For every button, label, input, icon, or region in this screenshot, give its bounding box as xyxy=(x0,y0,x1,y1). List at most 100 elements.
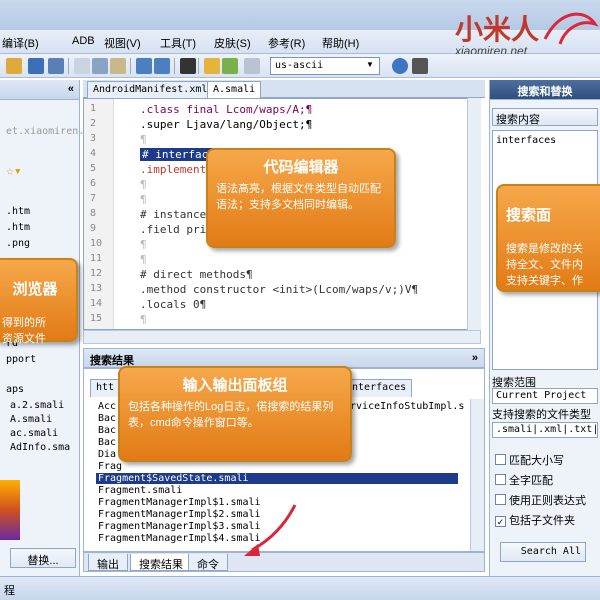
code-line: .super Ljava/lang/Object;¶ xyxy=(140,118,313,131)
results-scrollbar[interactable] xyxy=(470,399,484,551)
tab-output[interactable]: 输出 xyxy=(88,554,128,571)
menu-view[interactable]: 视图(V) xyxy=(104,35,141,51)
result-row[interactable]: Frag xyxy=(98,461,122,472)
editor-vertical-scrollbar[interactable] xyxy=(467,98,481,330)
regex-label: 使用正则表达式 xyxy=(509,495,586,507)
file-item[interactable]: .htm xyxy=(6,206,30,217)
search-callout-body: 搜索是修改的关 持全文、文件内 支持关键字、作 xyxy=(506,243,583,287)
code-line: .class final Lcom/waps/A;¶ xyxy=(140,103,313,116)
code-line: .locals 0¶ xyxy=(140,298,207,311)
code-line: .method constructor <init>(Lcom/waps/v;)… xyxy=(140,283,419,296)
file-item[interactable]: AdInfo.sma xyxy=(10,442,70,453)
settings-icon[interactable] xyxy=(244,58,260,74)
search-panel-callout: 搜索面 搜索是修改的关 持全文、文件内 支持关键字、作 xyxy=(496,184,600,292)
whole-word-label: 全字匹配 xyxy=(509,475,553,487)
file-item[interactable]: ac.smali xyxy=(10,428,58,439)
status-text: 程 xyxy=(4,585,15,597)
file-item[interactable]: a.2.smali xyxy=(10,400,64,411)
editor-callout: 代码编辑器 语法高亮，根据文件类型自动匹配语法；支持多文档同时编辑。 xyxy=(206,148,396,248)
save-icon[interactable] xyxy=(28,58,44,74)
code-line: .implement xyxy=(140,163,207,176)
subfolders-label: 包括子文件夹 xyxy=(509,515,575,527)
subfolders-checkbox[interactable]: ✓ 包括子文件夹 xyxy=(495,512,575,528)
editor-callout-body: 语法高亮，根据文件类型自动匹配语法；支持多文档同时编辑。 xyxy=(216,183,381,211)
io-callout-title: 输入输出面板组 xyxy=(182,377,288,394)
editor-tab-bar: AndroidManifest.xml A.smali xyxy=(83,80,485,98)
whole-word-checkbox[interactable]: 全字匹配 xyxy=(495,472,553,488)
tab-command[interactable]: 命令 xyxy=(188,554,228,571)
left-panel-collapse[interactable]: « xyxy=(0,80,79,100)
search-results-header: 搜索结果 » xyxy=(83,348,485,368)
match-case-checkbox[interactable]: 匹配大小写 xyxy=(495,452,564,468)
io-panel-callout: 输入输出面板组 包括各种操作的Log日志，偌搜索的结果列表，cmd命令操作窗口等… xyxy=(118,366,352,462)
file-item[interactable]: A.smali xyxy=(10,414,52,425)
project-path: et.xiaomiren.g xyxy=(6,126,91,137)
cut-icon[interactable] xyxy=(92,58,108,74)
file-item[interactable]: .png xyxy=(6,238,30,249)
regex-checkbox[interactable]: 使用正则表达式 xyxy=(495,492,586,508)
save-all-icon[interactable] xyxy=(48,58,64,74)
menu-help[interactable]: 帮助(H) xyxy=(322,35,359,51)
results-tab[interactable]: htt xyxy=(90,379,121,397)
file-types-label: 支持搜索的文件类型 xyxy=(492,409,591,421)
brand-logo: 小米人 xyxy=(455,13,540,46)
redo-icon[interactable] xyxy=(154,58,170,74)
result-row-selected[interactable]: Fragment$SavedState.smali xyxy=(96,473,458,484)
result-row[interactable]: Bac xyxy=(98,413,116,424)
copy-icon[interactable] xyxy=(74,58,90,74)
folder-item[interactable]: aps xyxy=(6,384,24,395)
result-row[interactable]: Bac xyxy=(98,425,116,436)
favorite-star-icon[interactable]: ☆▾ xyxy=(6,164,22,179)
android-icon[interactable] xyxy=(222,58,238,74)
collapse-icon[interactable]: » xyxy=(472,352,478,364)
browser-callout-body: 得到的所 资源文件 xyxy=(2,317,46,345)
find-icon[interactable] xyxy=(180,58,196,74)
search-all-button[interactable]: Search All xyxy=(500,542,586,562)
menu-build[interactable]: 编译(B) xyxy=(2,35,39,51)
search-content-label: 搜索内容 xyxy=(492,108,598,126)
code-line: ¶ xyxy=(140,238,147,251)
line-number: 3 xyxy=(90,133,97,144)
result-row[interactable]: Acc xyxy=(98,401,116,412)
chevron-down-icon[interactable]: ▼ xyxy=(366,60,374,69)
build-icon[interactable] xyxy=(204,58,220,74)
editor-horizontal-scrollbar[interactable] xyxy=(83,330,481,344)
tab-a-smali[interactable]: A.smali xyxy=(207,81,262,98)
io-callout-body: 包括各种操作的Log日志，偌搜索的结果列表，cmd命令操作窗口等。 xyxy=(128,401,334,429)
code-line: ¶ xyxy=(140,193,147,206)
tab-androidmanifest[interactable]: AndroidManifest.xml xyxy=(87,81,214,98)
file-item[interactable]: .htm xyxy=(6,222,30,233)
result-row[interactable]: FragmentManagerImpl$1.smali xyxy=(98,497,261,508)
menu-adb[interactable]: ADB xyxy=(72,35,95,47)
tab-search-results[interactable]: 搜索结果 xyxy=(130,554,192,571)
help-icon[interactable] xyxy=(392,58,408,74)
open-icon[interactable] xyxy=(6,58,22,74)
result-row[interactable]: FragmentManagerImpl$2.smali xyxy=(98,509,261,520)
replace-button[interactable]: 替换... xyxy=(10,548,76,568)
menu-reference[interactable]: 参考(R) xyxy=(268,35,305,51)
code-line: ¶ xyxy=(140,313,147,326)
result-row[interactable]: Dia xyxy=(98,449,116,460)
search-callout-title: 搜索面 xyxy=(506,207,552,224)
status-bar: 程 xyxy=(0,576,600,600)
code-line: ¶ xyxy=(140,178,147,191)
undo-icon[interactable] xyxy=(136,58,152,74)
code-line: ¶ xyxy=(140,253,147,266)
menu-tools[interactable]: 工具(T) xyxy=(160,35,196,51)
search-scope-select[interactable]: Current Project xyxy=(492,388,598,404)
browser-callout: 浏览器 得到的所 资源文件 xyxy=(0,258,78,345)
result-row[interactable]: FragmentManagerImpl$3.smali xyxy=(98,521,261,532)
result-row[interactable]: Bac xyxy=(98,437,116,448)
result-row[interactable]: Fragment.smali xyxy=(98,485,182,496)
search-replace-header: 搜索和替换 xyxy=(490,80,600,100)
file-types-input[interactable]: .smali|.xml|.txt|.h xyxy=(492,422,598,438)
line-number: 15 xyxy=(90,313,103,324)
editor-callout-title: 代码编辑器 xyxy=(263,159,339,176)
result-row[interactable]: FragmentManagerImpl$4.smali xyxy=(98,533,261,544)
menu-skin[interactable]: 皮肤(S) xyxy=(214,35,251,51)
paste-icon[interactable] xyxy=(110,58,126,74)
app-thumbnail xyxy=(0,480,20,540)
encoding-select[interactable]: us-ascii xyxy=(270,57,380,75)
code-line: # instance xyxy=(140,208,207,221)
bug-icon[interactable] xyxy=(412,58,428,74)
